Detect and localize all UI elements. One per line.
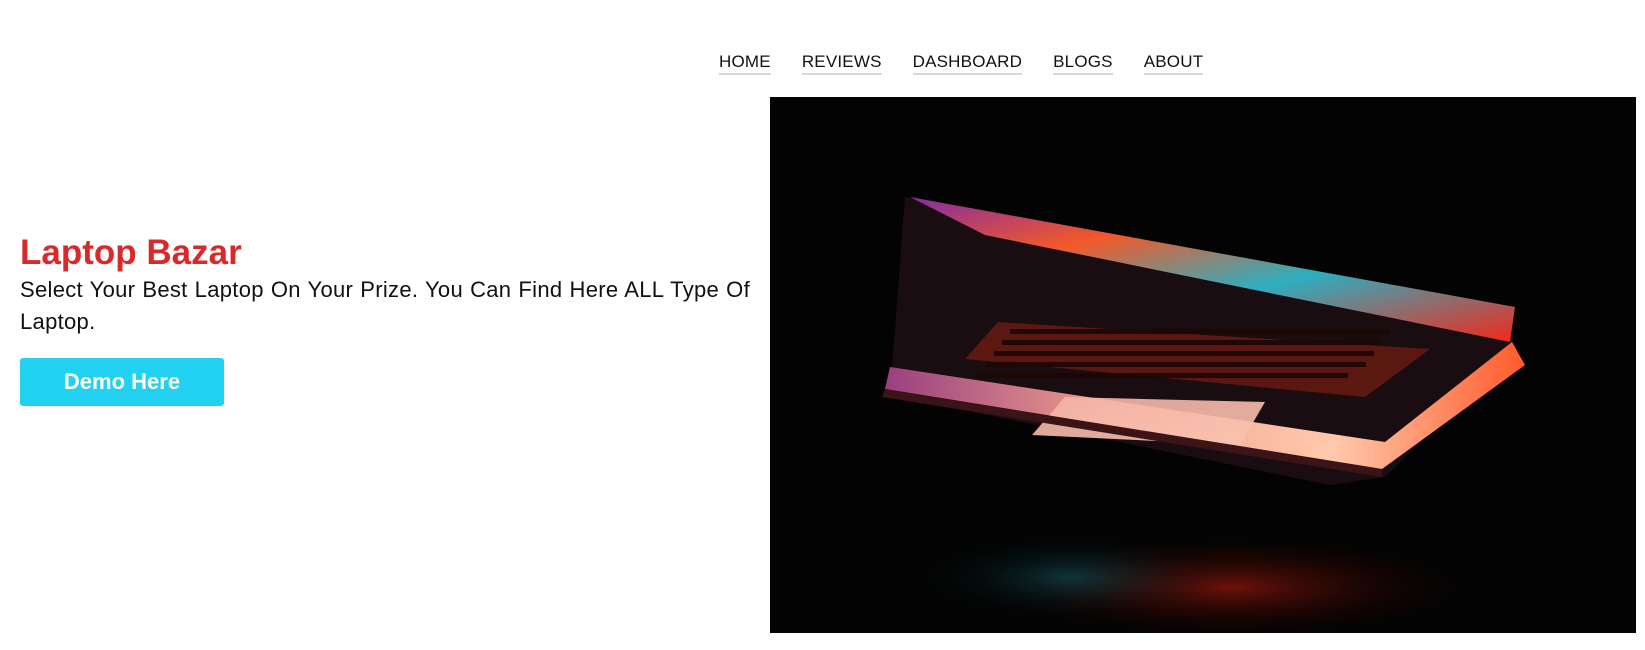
hero-text-section: Laptop Bazar Select Your Best Laptop On … bbox=[20, 232, 750, 406]
nav-link-home[interactable]: HOME bbox=[719, 52, 771, 75]
hero-description: Select Your Best Laptop On Your Prize. Y… bbox=[20, 277, 750, 334]
demo-button[interactable]: Demo Here bbox=[20, 358, 224, 406]
nav-item-home: HOME bbox=[719, 52, 771, 75]
main-nav: HOME REVIEWS DASHBOARD BLOGS ABOUT bbox=[719, 52, 1204, 75]
hero-title: Laptop Bazar bbox=[20, 233, 242, 272]
nav-item-blogs: BLOGS bbox=[1053, 52, 1113, 75]
nav-item-dashboard: DASHBOARD bbox=[912, 52, 1023, 75]
nav-link-blogs[interactable]: BLOGS bbox=[1053, 52, 1113, 75]
nav-link-about[interactable]: ABOUT bbox=[1143, 52, 1204, 75]
hero-laptop-image bbox=[770, 97, 1636, 633]
nav-item-reviews: REVIEWS bbox=[801, 52, 882, 75]
page: HOME REVIEWS DASHBOARD BLOGS ABOUT Lapto… bbox=[0, 0, 1645, 650]
nav-item-about: ABOUT bbox=[1143, 52, 1204, 75]
nav-link-reviews[interactable]: REVIEWS bbox=[801, 52, 882, 75]
next-section-heading-peek bbox=[800, 640, 1000, 650]
nav-link-dashboard[interactable]: DASHBOARD bbox=[912, 52, 1023, 75]
laptop-photo-icon bbox=[770, 97, 1636, 633]
